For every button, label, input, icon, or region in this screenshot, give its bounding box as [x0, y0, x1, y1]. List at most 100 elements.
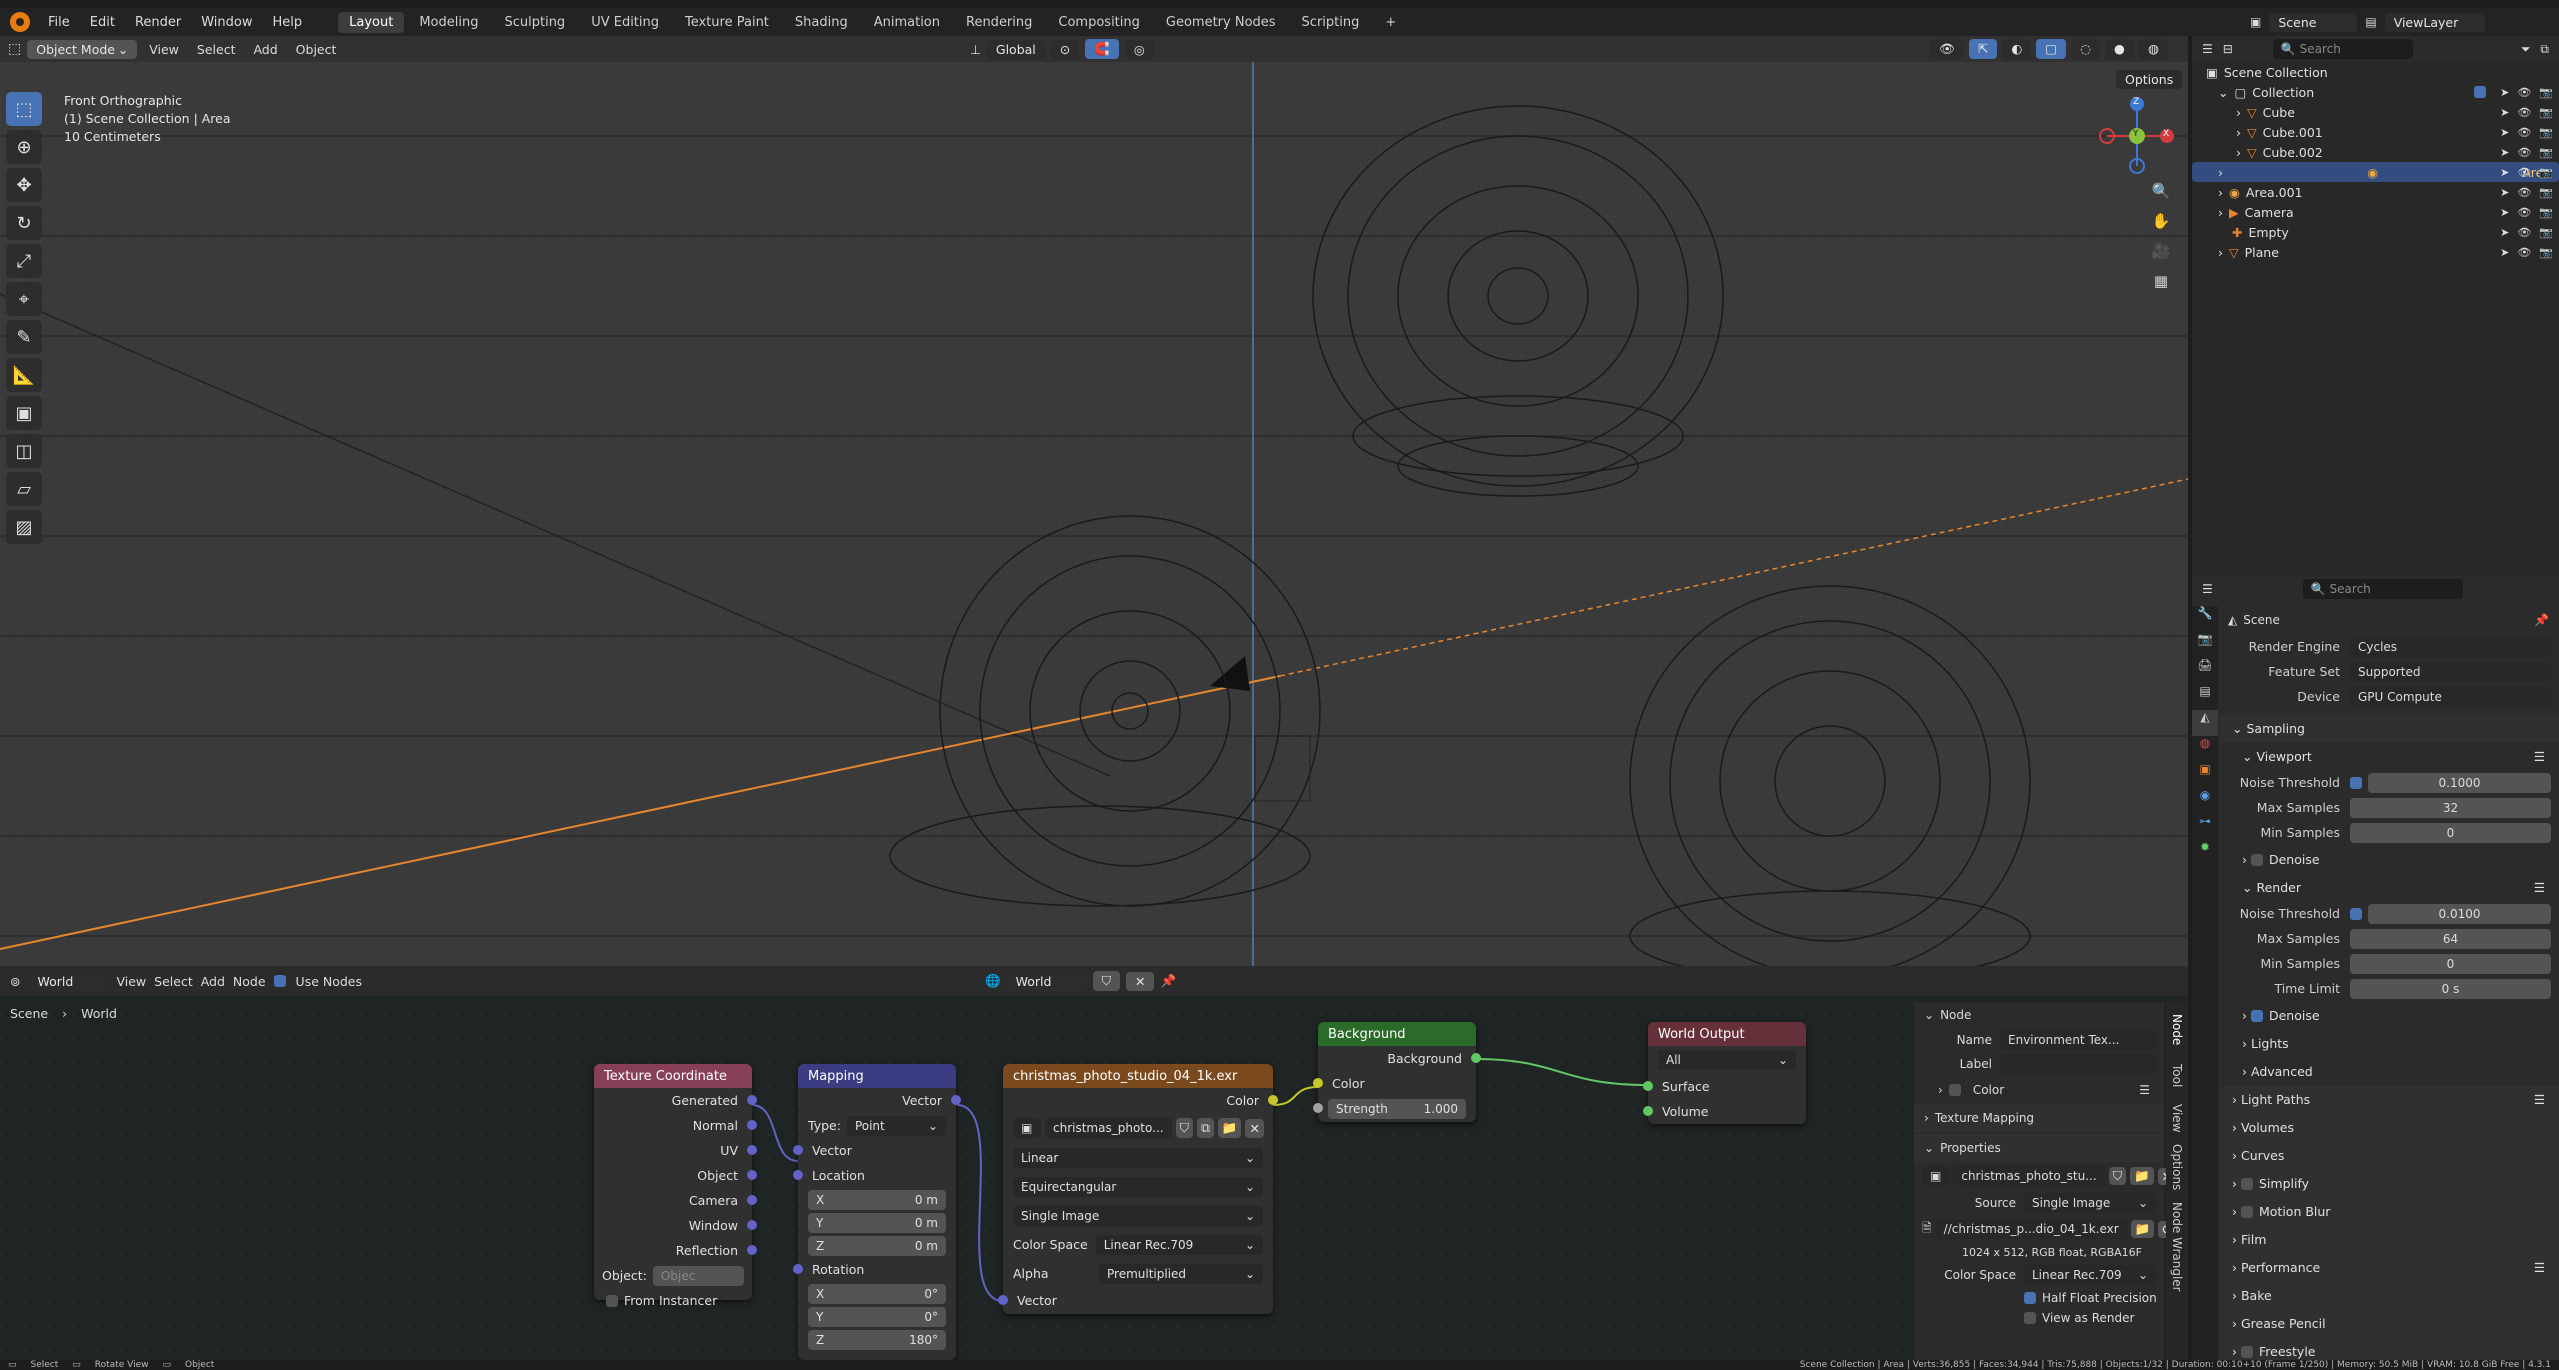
- object-tab-icon[interactable]: ▣: [2192, 762, 2218, 788]
- eye-icon[interactable]: 👁: [2517, 146, 2531, 159]
- gizmo-toggle-icon[interactable]: ⇱: [1968, 39, 1998, 59]
- zoom-icon[interactable]: 🔍: [2148, 178, 2174, 204]
- texture-mapping-panel[interactable]: › Texture Mapping: [1914, 1104, 2164, 1132]
- checkbox-icon[interactable]: [2250, 853, 2263, 866]
- tab-scripting[interactable]: Scripting: [1291, 12, 1371, 33]
- environment-texture-node[interactable]: christmas_photo_studio_04_1k.exr Color ▣…: [998, 1064, 1278, 1314]
- location-z[interactable]: Z 0 m: [798, 1234, 956, 1257]
- location-y[interactable]: Y 0 m: [798, 1211, 956, 1234]
- open-folder-icon[interactable]: 📁: [1217, 1118, 1242, 1138]
- shading-material-icon[interactable]: ◍: [2138, 39, 2168, 59]
- move-icon[interactable]: ✥: [6, 168, 42, 202]
- visibility-icon[interactable]: 👁: [1930, 39, 1964, 59]
- select-arrow-icon[interactable]: ➤: [2500, 206, 2509, 219]
- 3d-viewport[interactable]: ⬚ Object Mode ⌄ View Select Add Object ⊥ …: [0, 36, 2188, 966]
- list-icon[interactable]: ☰: [2139, 1083, 2150, 1097]
- socket-icon[interactable]: [747, 1120, 757, 1130]
- image-icon[interactable]: ▨: [6, 510, 42, 544]
- node-title[interactable]: christmas_photo_studio_04_1k.exr: [1003, 1064, 1273, 1088]
- orientation-selector[interactable]: Global: [986, 39, 1045, 59]
- vp-noise-threshold-field[interactable]: 0.1000: [2368, 772, 2551, 793]
- scene-selector[interactable]: Scene: [2269, 12, 2358, 32]
- fake-user-icon[interactable]: ⛉: [1175, 1118, 1193, 1138]
- editor-type-icon[interactable]: ☰: [2202, 582, 2213, 596]
- world-tab-icon[interactable]: ◍: [2192, 736, 2218, 762]
- source-row[interactable]: Single Image ⌄: [1003, 1201, 1273, 1230]
- render-tab-icon[interactable]: 📷: [2192, 632, 2218, 658]
- select-arrow-icon[interactable]: ➤: [2500, 126, 2509, 139]
- constraints-tab-icon[interactable]: ⊶: [2192, 814, 2218, 840]
- tab-rendering[interactable]: Rendering: [955, 12, 1043, 33]
- new-collection-icon[interactable]: ⧉: [2540, 42, 2549, 57]
- outliner-item-cube-002[interactable]: › ▽ Cube.002 ➤ 👁 📷: [2192, 142, 2559, 162]
- socket-icon[interactable]: [747, 1170, 757, 1180]
- camera-icon[interactable]: 📷: [2539, 246, 2553, 259]
- options-button[interactable]: Options: [2116, 70, 2183, 89]
- tab-shading[interactable]: Shading: [784, 12, 859, 33]
- world-output-node[interactable]: World Output All ⌄ Surface Volume: [1643, 1022, 1806, 1124]
- checkbox-icon[interactable]: [2240, 1177, 2253, 1190]
- scale-icon[interactable]: ⤢: [6, 244, 42, 278]
- list-icon[interactable]: ☰: [2534, 749, 2545, 764]
- menu-edit[interactable]: Edit: [82, 15, 123, 30]
- view-as-render-toggle[interactable]: View as Render: [1914, 1308, 2164, 1328]
- location-x[interactable]: X 0 m: [798, 1188, 956, 1211]
- viewport-menu-add[interactable]: Add: [247, 42, 283, 57]
- camera-view-icon[interactable]: 🎥: [2148, 238, 2174, 264]
- select-arrow-icon[interactable]: ➤: [2500, 146, 2509, 159]
- image-name-field[interactable]: christmas_photo...: [1045, 1118, 1172, 1138]
- socket-icon[interactable]: [1643, 1081, 1653, 1091]
- vp-min-samples-field[interactable]: 0: [2350, 822, 2551, 843]
- socket-icon[interactable]: [747, 1245, 757, 1255]
- sidebar-tab-options[interactable]: Options: [2170, 1144, 2184, 1190]
- target-row[interactable]: All ⌄: [1648, 1046, 1806, 1074]
- viewport-menu-view[interactable]: View: [143, 42, 185, 57]
- performance-panel[interactable]: › Performance ☰: [2220, 1254, 2559, 1281]
- pin-icon[interactable]: 📌: [1160, 973, 1176, 989]
- projection-row[interactable]: Equirectangular ⌄: [1003, 1172, 1273, 1201]
- node-title[interactable]: Mapping: [798, 1064, 956, 1088]
- annotate-icon[interactable]: ✎: [6, 320, 42, 354]
- outliner-item-empty[interactable]: ✚ Empty ➤ 👁 📷: [2192, 222, 2559, 242]
- render-subpanel[interactable]: ⌄ Render ☰: [2220, 874, 2559, 901]
- eye-icon[interactable]: 👁: [2517, 86, 2531, 99]
- checkbox-icon[interactable]: [2240, 1205, 2253, 1218]
- add-object-icon[interactable]: ◫: [6, 434, 42, 468]
- ortho-grid-icon[interactable]: ▦: [2148, 268, 2174, 294]
- rotate-icon[interactable]: ↻: [6, 206, 42, 240]
- advanced-subpanel[interactable]: › Advanced: [2220, 1058, 2559, 1085]
- node-menu-add[interactable]: Add: [201, 974, 225, 989]
- shading-solid-icon[interactable]: ●: [2105, 39, 2134, 59]
- camera-icon[interactable]: 📷: [2539, 146, 2553, 159]
- eye-icon[interactable]: 👁: [2517, 226, 2531, 239]
- node-menu-view[interactable]: View: [116, 974, 146, 989]
- tab-layout[interactable]: Layout: [338, 11, 405, 33]
- tool-tab-icon[interactable]: 🔧: [2192, 606, 2218, 632]
- viewport-menu-object[interactable]: Object: [290, 42, 343, 57]
- node-title[interactable]: Background: [1318, 1022, 1476, 1046]
- socket-icon[interactable]: [793, 1170, 803, 1180]
- alpha-selector[interactable]: Premultiplied ⌄: [1099, 1263, 1263, 1284]
- eye-icon[interactable]: 👁: [2517, 166, 2531, 179]
- socket-icon[interactable]: [747, 1145, 757, 1155]
- socket-icon[interactable]: [747, 1220, 757, 1230]
- rotation-y[interactable]: Y 0°: [798, 1305, 956, 1328]
- volumes-panel[interactable]: › Volumes: [2220, 1114, 2559, 1141]
- select-box-icon[interactable]: ⬚: [6, 92, 42, 126]
- socket-icon[interactable]: [1313, 1103, 1323, 1113]
- viewport-subpanel[interactable]: ⌄ Viewport ☰: [2220, 743, 2559, 770]
- filepath-field[interactable]: //christmas_p...dio_04_1k.exr: [1935, 1219, 2127, 1239]
- tab-geometry-nodes[interactable]: Geometry Nodes: [1155, 12, 1287, 33]
- label-field[interactable]: [2000, 1054, 2156, 1074]
- outliner-item-cube-001[interactable]: › ▽ Cube.001 ➤ 👁 📷: [2192, 122, 2559, 142]
- data-tab-icon[interactable]: ✹: [2192, 840, 2218, 866]
- outliner-item-cube[interactable]: › ▽ Cube ➤ 👁 📷: [2192, 102, 2559, 122]
- pivot-point-icon[interactable]: ⊙: [1050, 39, 1080, 59]
- camera-icon[interactable]: 📷: [2539, 226, 2553, 239]
- overlay-toggle-icon[interactable]: ◐: [2002, 39, 2032, 59]
- color-space-selector[interactable]: Linear Rec.709 ⌄: [2024, 1265, 2156, 1285]
- interpolation-row[interactable]: Linear ⌄: [1003, 1143, 1273, 1172]
- node-panel-header[interactable]: ⌄ Node: [1914, 1002, 2164, 1028]
- light-paths-panel[interactable]: › Light Paths ☰: [2220, 1086, 2559, 1113]
- shading-wireframe-icon[interactable]: ◌: [2071, 39, 2101, 59]
